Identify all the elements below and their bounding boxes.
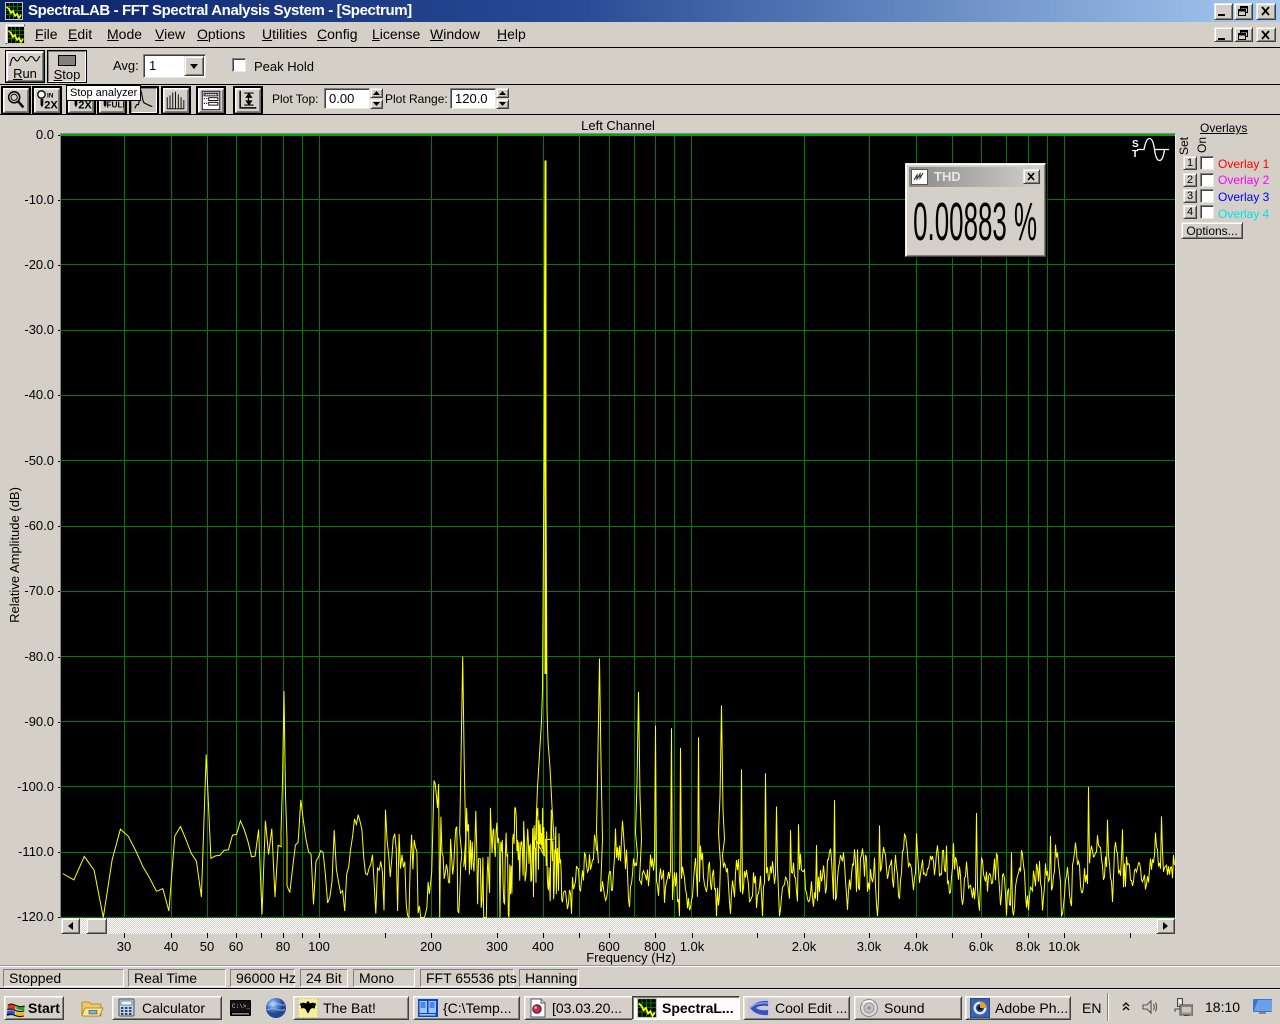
svg-text:2X: 2X <box>78 99 92 111</box>
svg-text:IN: IN <box>47 92 54 99</box>
svg-text:C:\>_: C:\>_ <box>232 1003 250 1010</box>
svg-text:T: T <box>1132 149 1138 160</box>
svg-text:Set: Set <box>1178 136 1191 155</box>
svg-text:2X: 2X <box>44 99 58 111</box>
svg-text:On: On <box>1195 137 1209 153</box>
